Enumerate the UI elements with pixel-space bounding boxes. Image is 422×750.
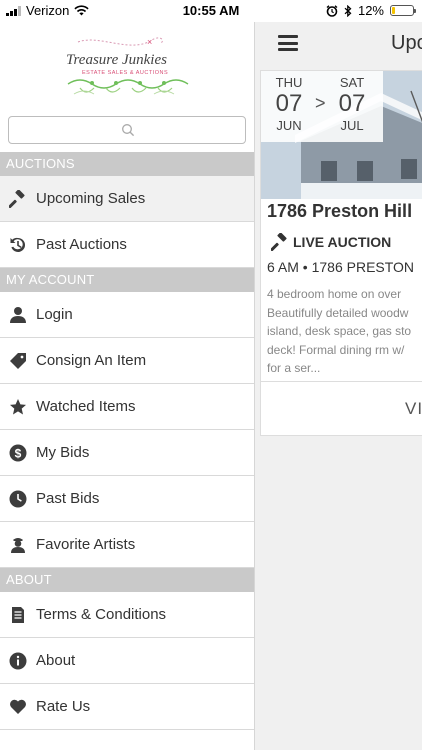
- svg-text:×: ×: [147, 37, 152, 47]
- start-month: JUN: [276, 118, 302, 133]
- section-header-my-account: MY ACCOUNT: [0, 268, 254, 292]
- auction-type-label: LIVE AUCTION: [293, 234, 392, 250]
- description-line: Beautifully detailed woodw: [267, 305, 409, 320]
- auction-time-location: 6 AM • 1786 PRESTON: [267, 259, 415, 275]
- sidebar-item-consign-an-item[interactable]: Consign An Item: [0, 338, 254, 384]
- artist-icon: [0, 536, 36, 554]
- sidebar: × Treasure Junkies ESTATE SALES & AUCTIO…: [0, 22, 255, 750]
- status-right: 12%: [326, 3, 416, 18]
- sidebar-item-my-bids[interactable]: $ My Bids: [0, 430, 254, 476]
- date-range-badge: THU 07 JUN > SAT 07 JUL: [261, 71, 383, 142]
- alarm-icon: [326, 4, 338, 17]
- description-line: for a ser...: [267, 361, 321, 375]
- info-icon: [0, 652, 36, 670]
- main-panel: Upco THU 07 JUN > SAT: [255, 22, 422, 750]
- sidebar-item-label: Terms & Conditions: [36, 606, 167, 623]
- sidebar-menu: AUCTIONS Upcoming Sales Past Auctions MY…: [0, 152, 254, 730]
- sidebar-item-upcoming-sales[interactable]: Upcoming Sales: [0, 176, 254, 222]
- sidebar-item-past-auctions[interactable]: Past Auctions: [0, 222, 254, 268]
- svg-text:Treasure Junkies: Treasure Junkies: [66, 52, 167, 68]
- auction-photo: THU 07 JUN > SAT 07 JUL: [261, 71, 422, 199]
- start-day: 07: [275, 90, 303, 117]
- sidebar-item-rate-us[interactable]: Rate Us: [0, 684, 254, 730]
- sidebar-item-label: Rate Us: [36, 698, 91, 715]
- sidebar-item-label: About: [36, 652, 76, 669]
- auction-title[interactable]: 1786 Preston Hill: [267, 201, 412, 222]
- card-divider: [261, 381, 422, 382]
- date-separator: >: [315, 93, 326, 113]
- svg-text:$: $: [15, 446, 22, 460]
- end-day: 07: [338, 90, 366, 117]
- svg-text:ESTATE SALES & AUCTIONS: ESTATE SALES & AUCTIONS: [82, 70, 168, 76]
- sidebar-item-past-bids[interactable]: Past Bids: [0, 476, 254, 522]
- battery-percent: 12%: [357, 3, 384, 18]
- battery-icon: [390, 5, 416, 16]
- dollar-icon: $: [0, 444, 36, 462]
- sidebar-item-watched-items[interactable]: Watched Items: [0, 384, 254, 430]
- sidebar-item-label: Upcoming Sales: [36, 190, 146, 207]
- end-weekday: SAT: [339, 75, 365, 90]
- sidebar-item-label: Favorite Artists: [36, 536, 136, 553]
- section-header-auctions: AUCTIONS: [0, 152, 254, 176]
- bluetooth-icon: [344, 4, 352, 17]
- sidebar-item-label: Past Auctions: [36, 236, 127, 253]
- view-button[interactable]: VI: [405, 399, 422, 419]
- star-icon: [0, 398, 36, 416]
- sidebar-item-login[interactable]: Login: [0, 292, 254, 338]
- description-line: island, desk space, gas sto: [267, 324, 412, 338]
- auction-type: LIVE AUCTION: [271, 233, 391, 251]
- sidebar-item-label: Past Bids: [36, 490, 100, 507]
- search-box[interactable]: [8, 116, 246, 144]
- history-icon: [0, 236, 36, 254]
- tag-icon: [0, 352, 36, 370]
- sidebar-item-about[interactable]: About: [0, 638, 254, 684]
- auction-description: 4 bedroom home on over Beautifully detai…: [267, 285, 422, 378]
- menu-icon[interactable]: [278, 35, 298, 51]
- document-icon: [0, 606, 36, 624]
- sidebar-item-terms-conditions[interactable]: Terms & Conditions: [0, 592, 254, 638]
- description-line: deck! Formal dining rm w/: [267, 342, 405, 357]
- page-title: Upco: [391, 32, 422, 54]
- sidebar-item-label: My Bids: [36, 444, 90, 461]
- sidebar-item-label: Watched Items: [36, 398, 136, 415]
- user-icon: [0, 306, 36, 324]
- start-weekday: THU: [275, 75, 303, 90]
- sidebar-item-label: Consign An Item: [36, 352, 147, 369]
- clock-icon: [0, 490, 36, 508]
- auction-card[interactable]: THU 07 JUN > SAT 07 JUL 1786 Preston Hil…: [260, 70, 422, 436]
- end-date: SAT 07 JUL: [330, 75, 374, 133]
- search-icon: [122, 124, 135, 137]
- gavel-icon: [0, 189, 36, 208]
- treasure-junkies-logo: × Treasure Junkies ESTATE SALES & AUCTIO…: [66, 37, 189, 95]
- sidebar-item-label: Login: [36, 306, 73, 323]
- description-line: 4 bedroom home on over: [267, 287, 402, 301]
- gavel-icon: [271, 233, 287, 251]
- sidebar-item-favorite-artists[interactable]: Favorite Artists: [0, 522, 254, 568]
- status-bar: Verizon 10:55 AM 12%: [0, 0, 422, 22]
- start-date: THU 07 JUN: [267, 75, 311, 133]
- end-month: JUL: [340, 118, 364, 133]
- heart-icon: [0, 698, 36, 716]
- section-header-about: ABOUT: [0, 568, 254, 592]
